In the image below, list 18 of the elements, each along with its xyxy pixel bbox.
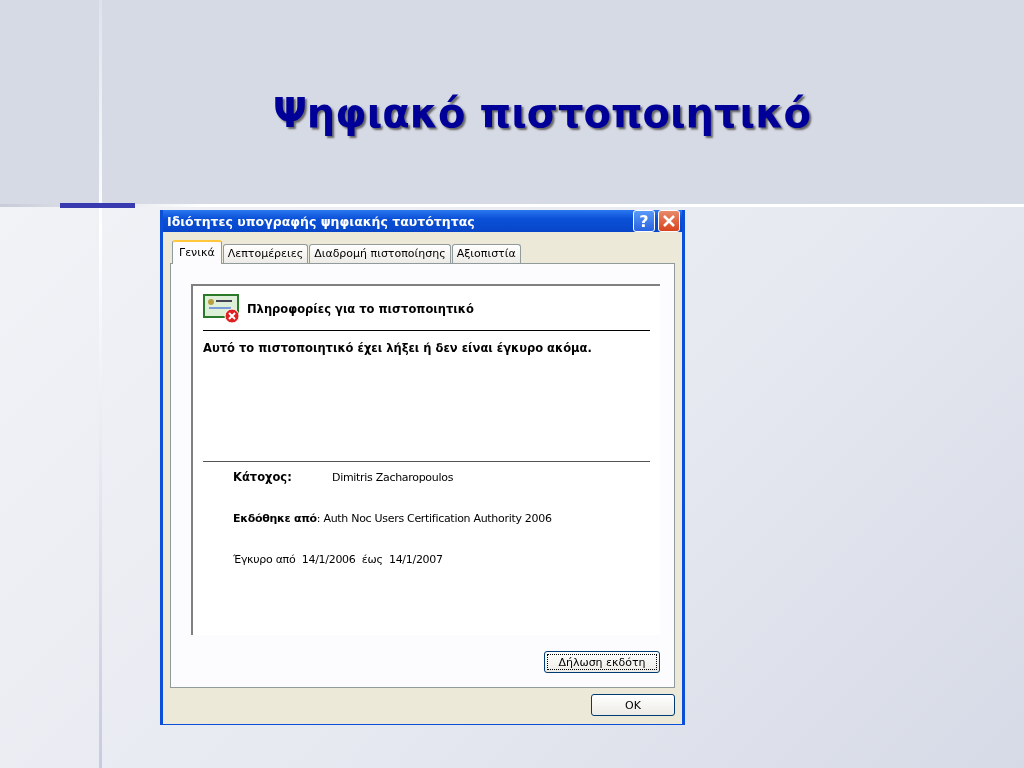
issuer-statement-button[interactable]: Δήλωση εκδότη (544, 651, 660, 673)
close-button[interactable] (658, 210, 680, 232)
field-text: Εκδόθηκε από: Auth Noc Users Certification Authority 2006 (233, 512, 552, 525)
tab[interactable]: Διαδρομή πιστοποίησης (309, 244, 451, 263)
certificate-error-icon (203, 294, 241, 324)
window-title: Ιδιότητες υπογραφής ψηφιακής ταυτότητας (167, 213, 476, 229)
tab[interactable]: Γενικά (172, 240, 222, 264)
field-text: Έγκυρο από 14/1/2006 έως 14/1/2007 (233, 553, 443, 566)
status-message: Αυτό το πιστοποιητικό έχει λήξει ή δεν είναι έγκυρο ακόμα. (203, 341, 593, 357)
help-button[interactable]: ? (633, 210, 655, 232)
field-label: Κάτοχος: (233, 470, 293, 484)
tab[interactable]: Λεπτομέρειες (222, 244, 309, 263)
ok-button[interactable]: OK (591, 694, 675, 716)
close-icon (663, 215, 675, 227)
field-value: Dimitris Zacharopoulos (332, 471, 454, 484)
tab[interactable]: Αξιοπιστία (451, 244, 521, 263)
slide-title: Ψηφιακό πιστοποιητικό (272, 89, 812, 136)
info-heading: Πληροφορίες για το πιστοποιητικό (247, 302, 474, 316)
